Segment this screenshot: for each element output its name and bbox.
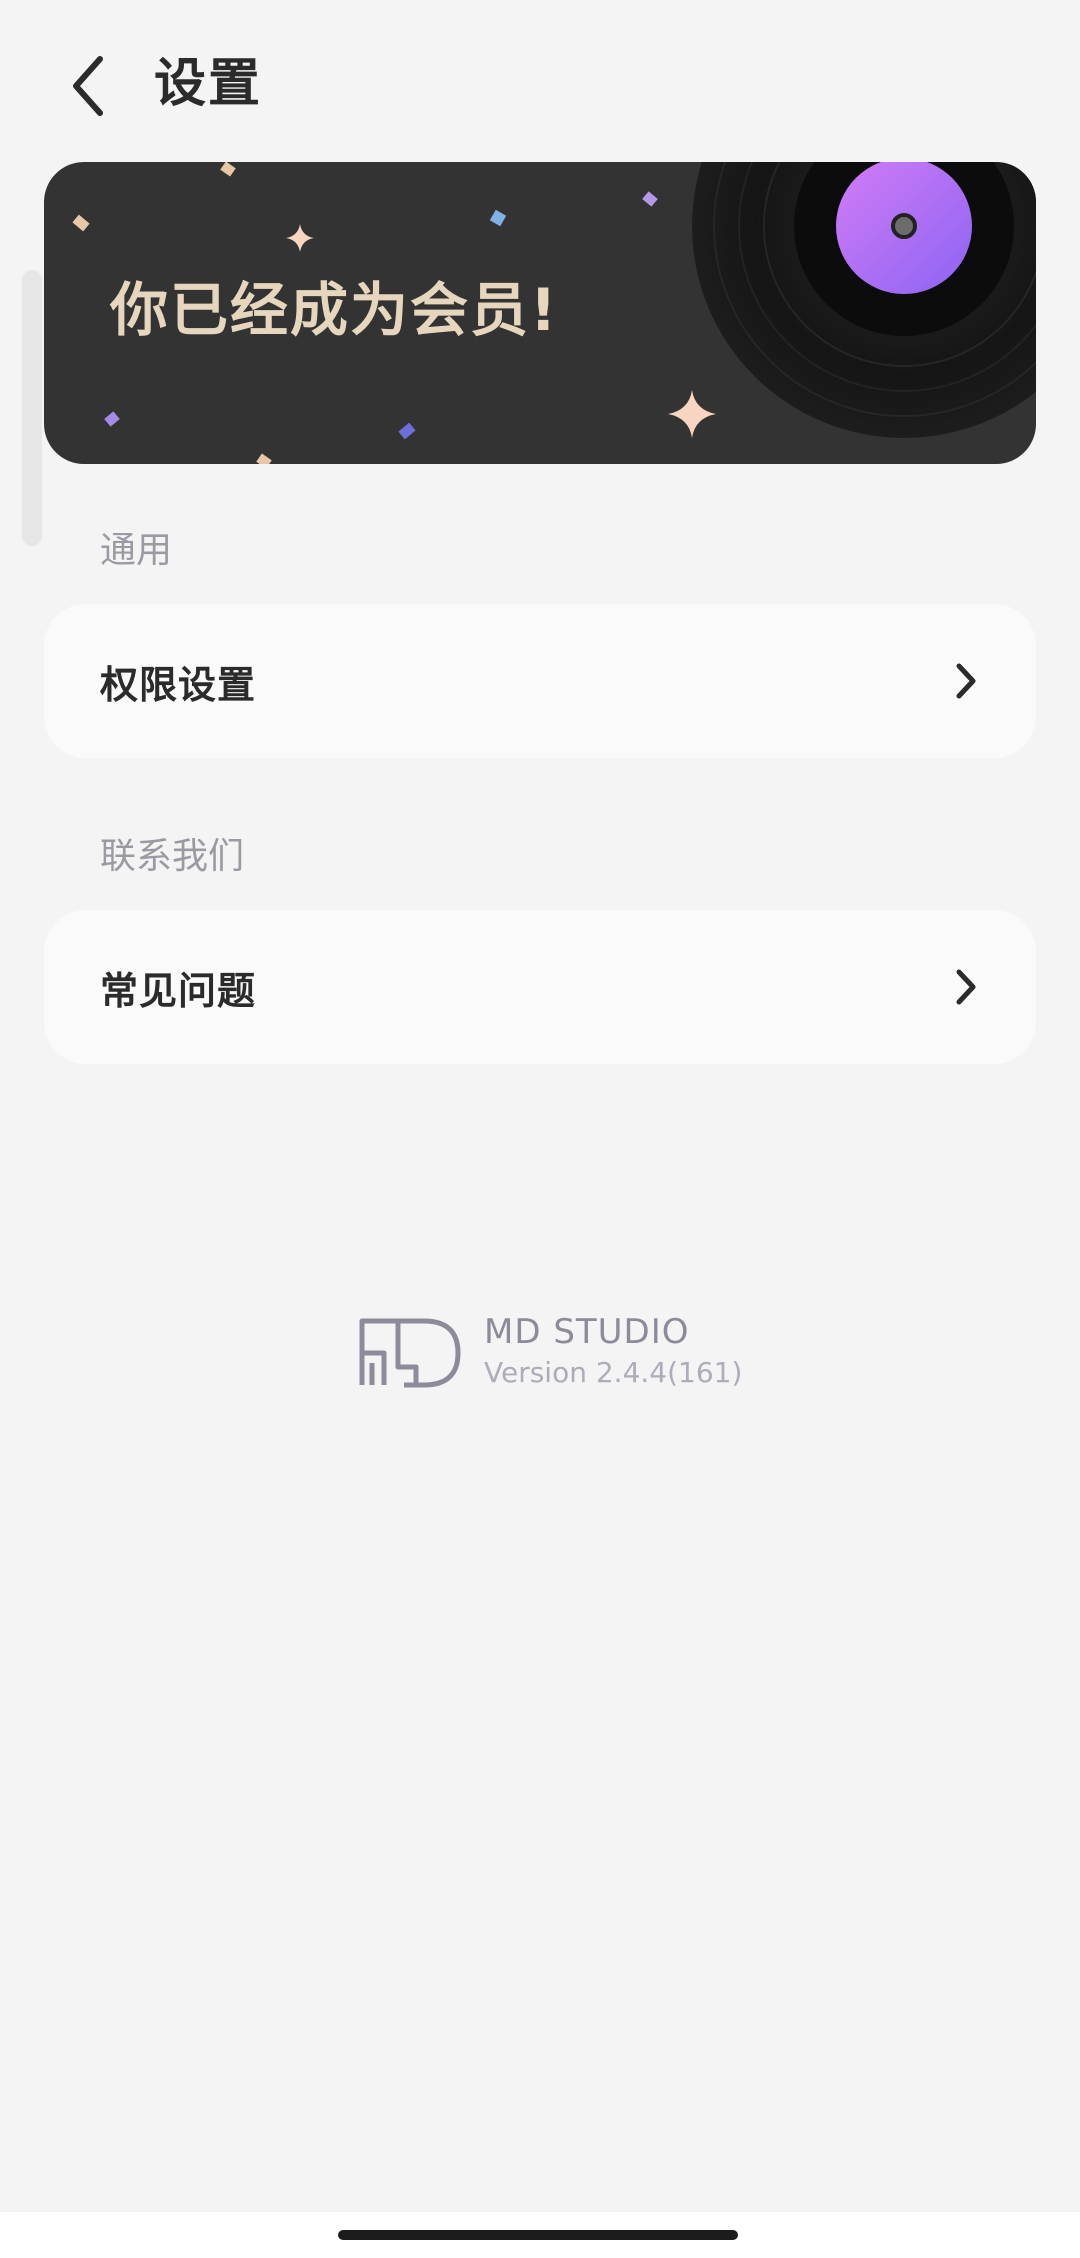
chevron-right-icon	[954, 967, 984, 1007]
section-label-general: 通用	[100, 530, 173, 571]
home-indicator[interactable]	[338, 2230, 738, 2240]
member-banner[interactable]: 你已经成为会员!	[44, 162, 1036, 464]
brand-name: MD STUDIO	[484, 1312, 690, 1352]
app-version: Version 2.4.4(161)	[484, 1356, 743, 1389]
page-title: 设置	[154, 54, 263, 114]
section-label-contact: 联系我们	[100, 836, 245, 877]
permission-settings-item[interactable]: 权限设置	[44, 604, 1036, 758]
md-studio-logo-icon	[359, 1318, 461, 1388]
membership-status-text: 你已经成为会员!	[110, 276, 559, 344]
faq-item[interactable]: 常见问题	[44, 910, 1036, 1064]
permission-settings-label: 权限设置	[100, 662, 257, 707]
chevron-right-icon	[954, 661, 984, 701]
faq-label: 常见问题	[100, 968, 257, 1013]
chevron-left-icon	[73, 56, 103, 116]
scrollbar[interactable]	[22, 270, 42, 546]
back-button[interactable]	[56, 46, 120, 126]
brand-footer: MD STUDIO Version 2.4.4(161)	[358, 1312, 742, 1392]
